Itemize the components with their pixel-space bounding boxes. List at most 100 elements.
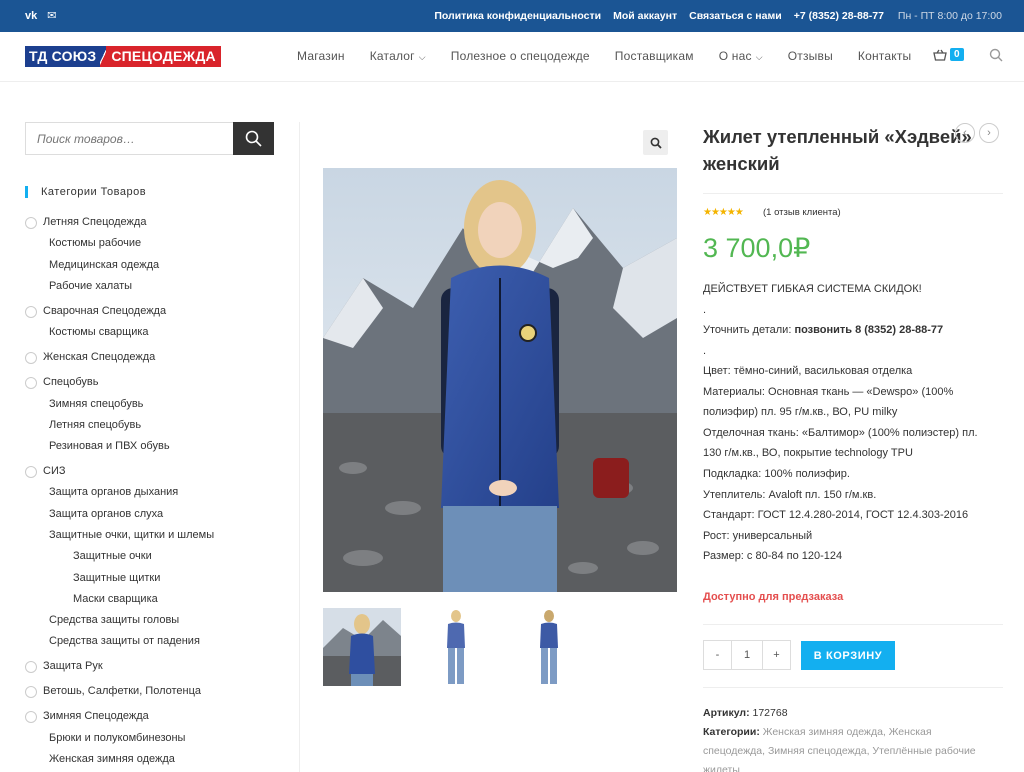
- shopping-basket-icon: [933, 49, 947, 61]
- add-to-cart-button[interactable]: В КОРЗИНУ: [801, 641, 895, 670]
- detail-line: Материалы: Основная ткань — «Dewspo» (10…: [703, 386, 954, 398]
- divider: [703, 193, 1003, 194]
- subcategory-item[interactable]: Брюки и полукомбинезоны: [49, 732, 185, 744]
- sku-line: Артикул: 172768: [703, 704, 788, 723]
- cart-button[interactable]: 0: [933, 48, 964, 61]
- rating-stars-icon: ★★★★★: [703, 207, 744, 218]
- thumbnail-photo: [510, 608, 588, 686]
- product-photo: [323, 168, 677, 592]
- categories-links[interactable]: Женская зимняя одежда, Женская: [763, 726, 932, 738]
- contact-us-link[interactable]: Связаться с нами: [689, 10, 782, 22]
- product-search-input[interactable]: [26, 123, 234, 154]
- site-logo[interactable]: ТД СОЮЗ СПЕЦОДЕЖДА: [25, 46, 221, 67]
- detail-line: Цвет: тёмно-синий, васильковая отделка: [703, 365, 913, 377]
- detail-line: Утеплитель: Avaloft пл. 150 г/м.кв.: [703, 489, 877, 501]
- sku-label: Артикул:: [703, 707, 753, 719]
- subcategory-item[interactable]: Средства защиты от падения: [49, 635, 200, 647]
- subcategory-item[interactable]: Защитные очки, щитки и шлемы: [49, 529, 214, 541]
- category-item[interactable]: Зимняя Спецодежда: [25, 710, 149, 723]
- prev-product-icon[interactable]: ‹: [955, 123, 975, 143]
- discount-note: ДЕЙСТВУЕТ ГИБКАЯ СИСТЕМА СКИДОК!: [703, 283, 922, 295]
- nav-catalog-label: Каталог: [369, 49, 415, 63]
- logo-part-1: ТД СОЮЗ: [25, 46, 101, 67]
- detail-line: 130 г/м.кв., ВО, покрытие technology TPU: [703, 447, 913, 459]
- sku-value: 172768: [752, 707, 788, 719]
- nav-contacts[interactable]: Контакты: [858, 49, 911, 63]
- divider: [703, 687, 1003, 688]
- product-price: 3 700,0₽: [703, 233, 811, 263]
- subcategory-item[interactable]: Зимняя спецобувь: [49, 398, 143, 410]
- detail-line: Стандарт: ГОСТ 12.4.280-2014, ГОСТ 12.4.…: [703, 509, 969, 521]
- category-item[interactable]: Женская Спецодежда: [25, 351, 155, 364]
- categories-links[interactable]: спецодежда, Зимняя спецодежда, Утеплённы…: [703, 742, 976, 761]
- thumbnail-photo: [417, 608, 495, 686]
- subcategory-item[interactable]: Средства защиты головы: [49, 614, 179, 626]
- email-icon[interactable]: ✉: [47, 9, 56, 23]
- main-nav: Магазин Каталог ⌵ Полезное о спецодежде П…: [297, 49, 911, 63]
- subcategory-item[interactable]: Защита органов слуха: [49, 508, 163, 520]
- availability-status: Доступно для предзаказа: [703, 591, 844, 603]
- divider: [703, 624, 1003, 625]
- product-search: [25, 122, 274, 155]
- working-hours: Пн - ПТ 8:00 до 17:00: [897, 10, 1002, 22]
- search-button[interactable]: [233, 122, 274, 155]
- reviews-link[interactable]: (1 отзыв клиента): [763, 207, 841, 218]
- product-main-image[interactable]: [323, 168, 677, 592]
- subcategory-item[interactable]: Маски сварщика: [73, 593, 158, 605]
- separator-dot: .: [703, 345, 707, 357]
- nav-useful[interactable]: Полезное о спецодежде: [451, 49, 590, 63]
- nav-suppliers[interactable]: Поставщикам: [615, 49, 694, 63]
- next-product-icon[interactable]: ›: [979, 123, 999, 143]
- categories-label: Категории:: [703, 726, 763, 738]
- detail-line: Рост: универсальный: [703, 530, 813, 542]
- nav-reviews[interactable]: Отзывы: [788, 49, 833, 63]
- contact-phone: позвонить 8 (8352) 28-88-77: [794, 324, 944, 336]
- nav-catalog[interactable]: Каталог ⌵: [370, 49, 426, 63]
- contact-prefix: Уточнить детали:: [703, 324, 795, 336]
- subcategory-item[interactable]: Летняя спецобувь: [49, 419, 141, 431]
- subcategory-item[interactable]: Женская зимняя одежда: [49, 753, 175, 765]
- category-item[interactable]: Сварочная Спецодежда: [25, 305, 166, 318]
- categories-links[interactable]: жилеты: [703, 761, 976, 772]
- nav-about-label: О нас: [718, 49, 752, 63]
- nav-about[interactable]: О нас ⌵: [719, 49, 763, 63]
- my-account-link[interactable]: Мой аккаунт: [613, 10, 677, 22]
- category-item[interactable]: Спецобувь: [25, 376, 98, 389]
- category-item[interactable]: Защита Рук: [25, 660, 103, 673]
- qty-plus-button[interactable]: +: [762, 640, 791, 670]
- contact-line: Уточнить детали: позвонить 8 (8352) 28-8…: [703, 324, 943, 336]
- subcategory-item[interactable]: Костюмы сварщика: [49, 326, 149, 338]
- categories-line: Категории: Женская зимняя одежда, Женска…: [703, 723, 976, 772]
- top-links: Политика конфиденциальности Мой аккаунт …: [434, 10, 1002, 22]
- category-item[interactable]: СИЗ: [25, 465, 66, 478]
- subcategory-item[interactable]: Защитные очки: [73, 550, 152, 562]
- cart-count-badge: 0: [950, 48, 964, 61]
- search-icon: [245, 130, 262, 147]
- vk-icon[interactable]: vk: [25, 9, 37, 23]
- detail-line: Размер: с 80-84 по 120-124: [703, 550, 843, 562]
- product-title: Жилет утепленный «Хэдвей» женский: [703, 126, 972, 174]
- phone-link[interactable]: +7 (8352) 28-88-77: [794, 10, 884, 22]
- subcategory-item[interactable]: Резиновая и ПВХ обувь: [49, 440, 170, 452]
- zoom-button[interactable]: [643, 130, 668, 155]
- chevron-down-icon: ⌵: [418, 52, 426, 62]
- privacy-link[interactable]: Политика конфиденциальности: [434, 10, 601, 22]
- qty-minus-button[interactable]: -: [703, 640, 732, 670]
- category-item[interactable]: Летняя Спецодежда: [25, 216, 146, 229]
- thumbnail-photo: [323, 608, 401, 686]
- subcategory-item[interactable]: Защита органов дыхания: [49, 486, 178, 498]
- subcategory-item[interactable]: Защитные щитки: [73, 572, 160, 584]
- detail-line: Отделочная ткань: «Балтимор» (100% полиэ…: [703, 427, 978, 439]
- thumbnail-2[interactable]: [417, 608, 495, 686]
- thumbnail-3[interactable]: [510, 608, 588, 686]
- subcategory-item[interactable]: Рабочие халаты: [49, 280, 132, 292]
- detail-line: Подкладка: 100% полиэфир.: [703, 468, 850, 480]
- qty-input[interactable]: [732, 640, 762, 670]
- subcategory-item[interactable]: Медицинская одежда: [49, 259, 159, 271]
- subcategory-item[interactable]: Костюмы рабочие: [49, 237, 141, 249]
- thumbnail-1[interactable]: [323, 608, 401, 686]
- nav-shop[interactable]: Магазин: [297, 49, 345, 63]
- category-item[interactable]: Ветошь, Салфетки, Полотенца: [25, 685, 201, 698]
- search-icon[interactable]: [989, 48, 1003, 62]
- categories-title: Категории Товаров: [25, 186, 146, 198]
